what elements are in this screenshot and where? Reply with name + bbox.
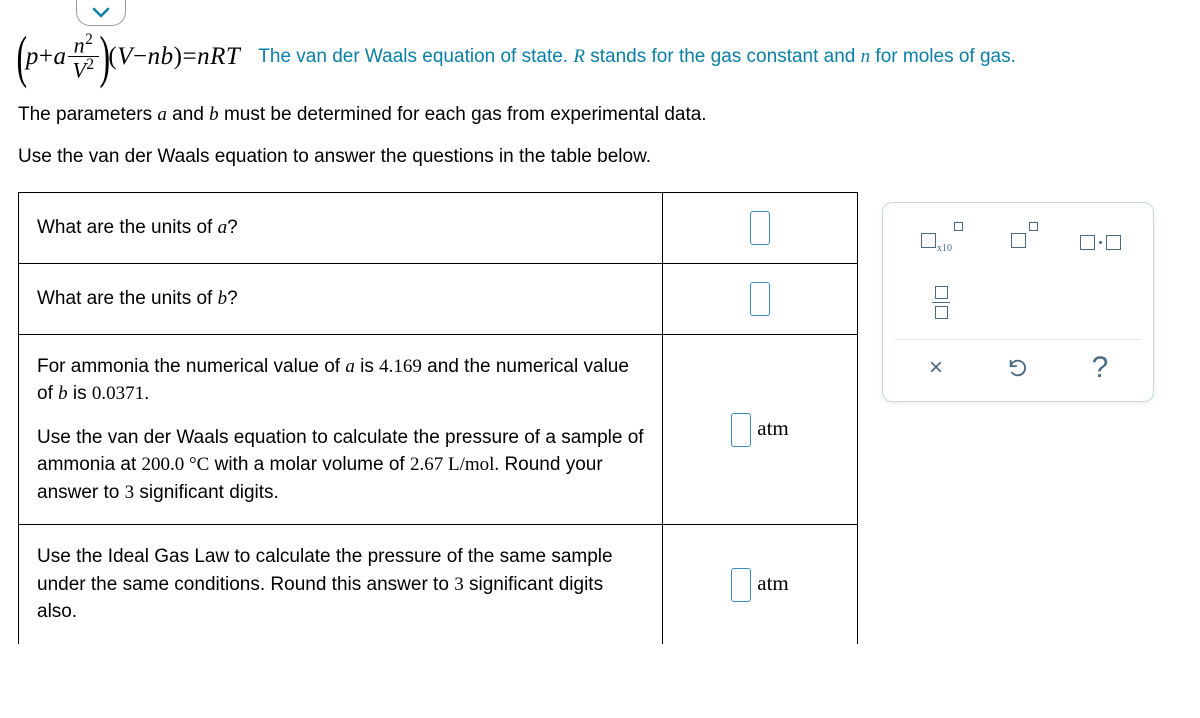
- equation-description: The van der Waals equation of state. R s…: [258, 46, 1016, 68]
- table-row: What are the units of b?: [19, 263, 858, 334]
- table-row: For ammonia the numerical value of a is …: [19, 334, 858, 525]
- chevron-down-icon: [92, 7, 110, 19]
- answer-input-vdw-pressure[interactable]: [731, 413, 751, 447]
- reset-button[interactable]: [993, 347, 1043, 389]
- symbol-toolbox: x10 × ?: [882, 202, 1154, 402]
- question-table: What are the units of a? What are the un…: [18, 192, 858, 644]
- question-units-a: What are the units of a?: [19, 192, 663, 263]
- answer-input-b[interactable]: [750, 282, 770, 316]
- van-der-waals-equation: ( p+a n2 V2 ) (V−nb)=nRT: [18, 32, 240, 82]
- table-row: What are the units of a?: [19, 192, 858, 263]
- superscript-button[interactable]: [986, 221, 1050, 265]
- table-row: Use the Ideal Gas Law to calculate the p…: [19, 525, 858, 644]
- unit-label: atm: [757, 416, 789, 440]
- paragraph-params: The parameters a and b must be determine…: [18, 104, 1182, 126]
- question-units-b: What are the units of b?: [19, 263, 663, 334]
- help-button[interactable]: ?: [1075, 347, 1125, 389]
- clear-button[interactable]: ×: [911, 347, 961, 389]
- answer-input-ideal-pressure[interactable]: [731, 568, 751, 602]
- expand-toggle[interactable]: [76, 0, 126, 26]
- fraction-button[interactable]: [909, 281, 973, 325]
- answer-input-a[interactable]: [750, 211, 770, 245]
- equation-row: ( p+a n2 V2 ) (V−nb)=nRT The van der Waa…: [18, 32, 1182, 82]
- multiply-button[interactable]: [1068, 221, 1132, 265]
- undo-icon: [1007, 357, 1029, 379]
- unit-label: atm: [757, 571, 789, 595]
- scientific-notation-button[interactable]: x10: [904, 221, 968, 265]
- paragraph-instruction: Use the van der Waals equation to answer…: [18, 146, 1182, 168]
- question-ideal-pressure: Use the Ideal Gas Law to calculate the p…: [19, 525, 663, 644]
- question-vdw-pressure: For ammonia the numerical value of a is …: [19, 334, 663, 525]
